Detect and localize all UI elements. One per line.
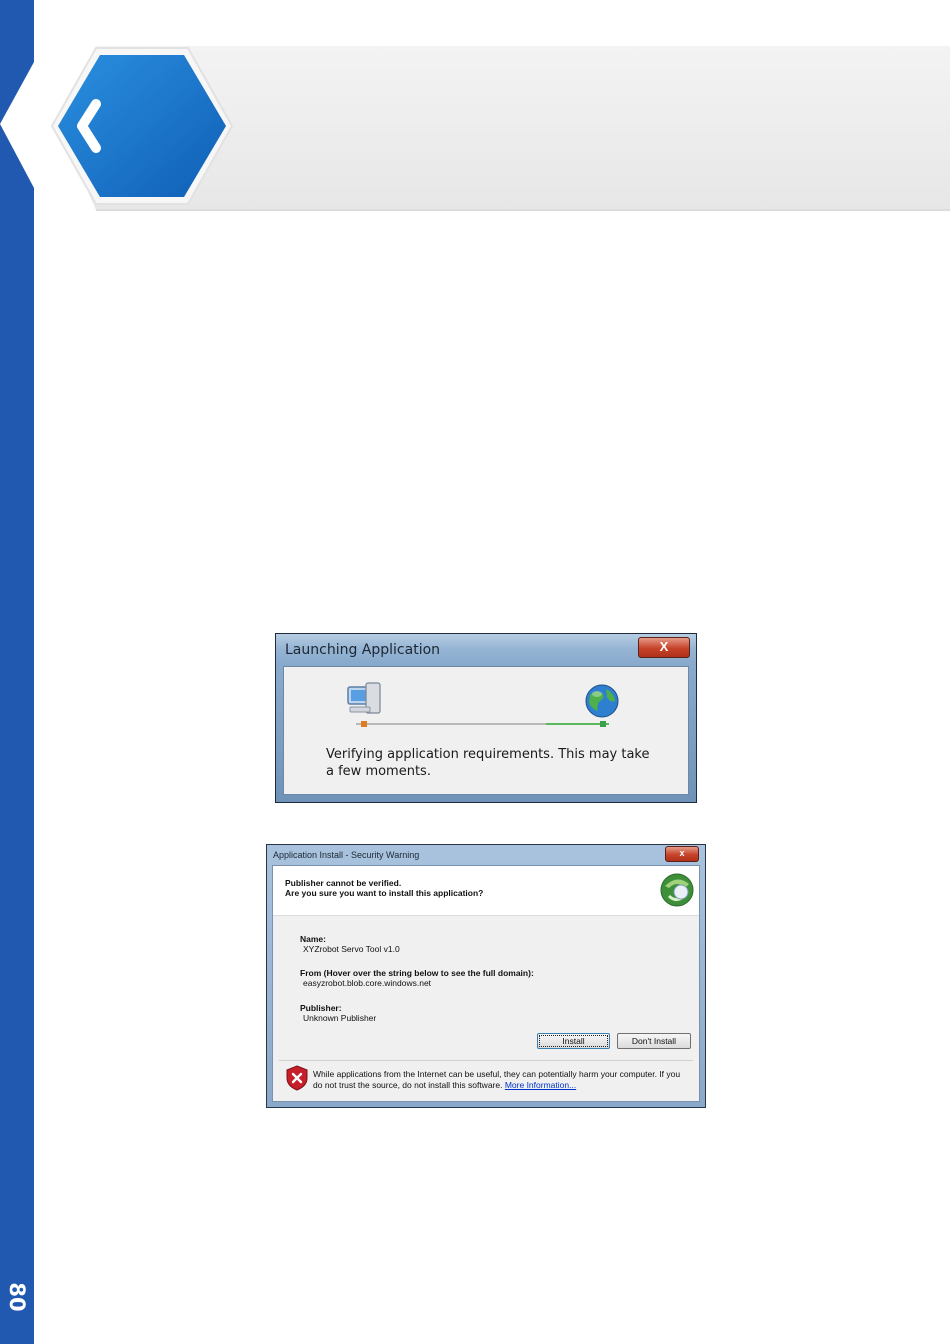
- security-dialog-header: Publisher cannot be verified. Are you su…: [273, 866, 699, 916]
- launch-dialog-titlebar: Launching Application X: [276, 634, 696, 666]
- name-value: XYZrobot Servo Tool v1.0: [303, 944, 400, 954]
- close-button[interactable]: x: [665, 846, 699, 862]
- globe-icon: [585, 684, 619, 718]
- security-dialog-body: Publisher cannot be verified. Are you su…: [272, 865, 700, 1102]
- warning-text: While applications from the Internet can…: [313, 1069, 681, 1090]
- warning-message: While applications from the Internet can…: [313, 1069, 685, 1091]
- launch-dialog-body: Verifying application requirements. This…: [283, 666, 689, 795]
- publisher-value: Unknown Publisher: [303, 1013, 377, 1023]
- shield-warning-icon: [286, 1065, 308, 1091]
- more-information-link[interactable]: More Information...: [505, 1080, 576, 1090]
- computer-icon: [347, 682, 381, 714]
- security-dialog-titlebar: Application Install - Security Warning x: [267, 845, 705, 865]
- close-button[interactable]: X: [638, 637, 690, 658]
- launch-dialog: Launching Application X Verifying applic…: [275, 633, 697, 803]
- security-dialog-title: Application Install - Security Warning: [273, 850, 420, 860]
- launch-dialog-title: Launching Application: [285, 642, 441, 658]
- divider: [279, 1060, 693, 1061]
- install-button[interactable]: Install: [537, 1033, 610, 1049]
- security-dialog: Application Install - Security Warning x…: [266, 844, 706, 1108]
- dont-install-button[interactable]: Don't Install: [617, 1033, 691, 1049]
- clickonce-icon: [660, 873, 694, 907]
- header-banner: [0, 0, 950, 220]
- from-value[interactable]: easyzrobot.blob.core.windows.net: [303, 978, 431, 989]
- page-number: 80: [5, 1282, 29, 1312]
- launch-message: Verifying application requirements. This…: [326, 747, 650, 779]
- heading-line2: Are you sure you want to install this ap…: [285, 888, 484, 898]
